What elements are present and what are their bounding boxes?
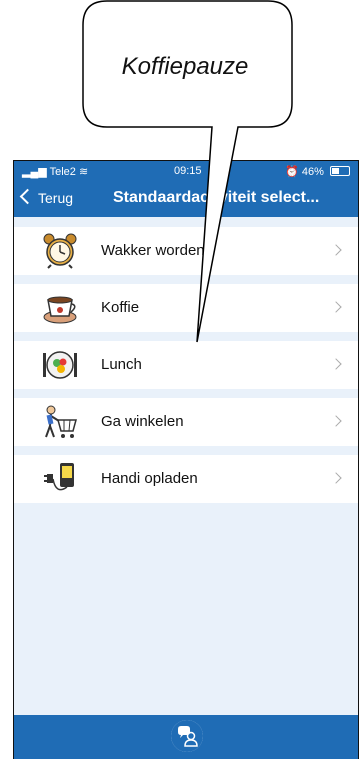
callout-text: Koffiepauze	[121, 53, 249, 80]
speech-bubble	[82, 0, 293, 343]
